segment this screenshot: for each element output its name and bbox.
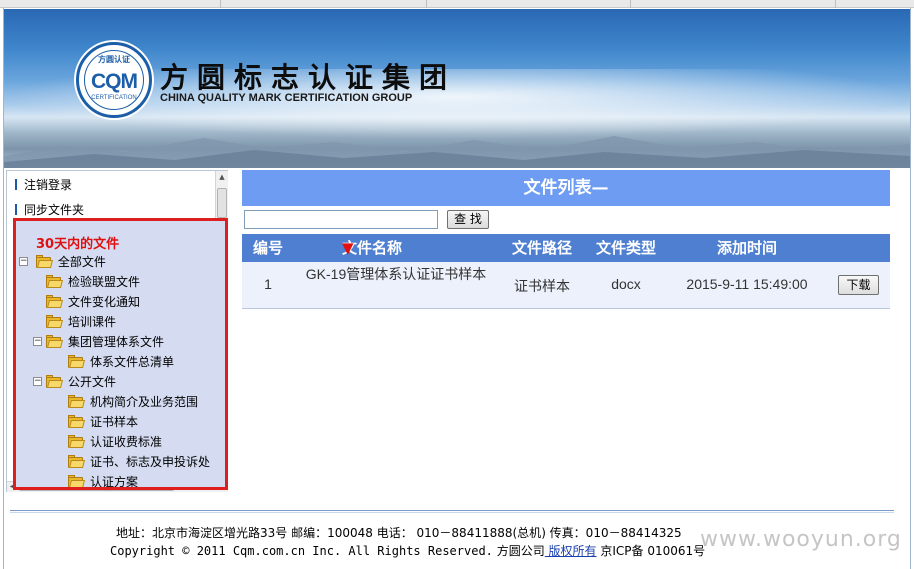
copyright-text: Copyright © 2011 Cqm.com.cn Inc. All Rig… (110, 544, 493, 558)
folder-open-icon (46, 315, 63, 328)
sync-folder-link[interactable]: 同步文件夹 (15, 201, 84, 218)
tab-separator (835, 0, 836, 8)
table-header: 编号 文件名称 ▼ 文件路径 文件类型 添加时间 (242, 234, 890, 262)
tree-node-label: 公开文件 (68, 375, 117, 389)
header-banner: 方圆认证 CQM CERTIFICATION 方圆标志认证集团 CHINA QU… (4, 9, 910, 168)
folder-open-icon (46, 375, 63, 388)
tree-node-all-files[interactable]: − 全部文件 (19, 253, 106, 271)
footer-divider (10, 512, 894, 513)
file-list-panel: 文件列表— 查 找 编号 文件名称 ▼ 文件路径 文件类型 添加时间 1 GK-1… (242, 170, 890, 310)
tree-node-certificate-sample[interactable]: 证书样本 (68, 413, 138, 431)
tree-node-change-notice[interactable]: 文件变化通知 (46, 293, 140, 311)
tree-node-label: 文件变化通知 (68, 295, 141, 309)
tree-node-label: 培训课件 (68, 315, 117, 329)
table-row: 1 GK-19管理体系认证证书样本 证书样本 docx 2015-9-11 15… (242, 262, 890, 309)
scrollbar-thumb[interactable] (217, 188, 227, 218)
folder-open-icon (68, 435, 85, 448)
watermark: www.wooyun.org (700, 527, 902, 552)
tree-node-label: 全部文件 (57, 255, 106, 269)
logo-badge-top-text: 方圆认证 (98, 55, 130, 64)
folder-open-icon (46, 295, 63, 308)
logout-link-label: 注销登录 (24, 178, 73, 192)
folder-open-icon (68, 355, 85, 368)
tree-node-complaints[interactable]: 证书、标志及申投诉处 (68, 453, 210, 471)
tab-separator (630, 0, 631, 8)
company-text: 方圆公司 (492, 544, 545, 558)
browser-tab-strip (0, 0, 914, 8)
tree-node-training[interactable]: 培训课件 (46, 313, 116, 331)
logo-badge-text: CQM (91, 70, 138, 93)
search-bar: 查 找 (242, 206, 890, 232)
folder-open-icon (68, 475, 85, 487)
collapse-toggle-icon[interactable]: − (33, 337, 42, 346)
sidebar-links: 注销登录 同步文件夹 (7, 171, 215, 219)
company-name-cn: 方圆标志认证集团 (160, 61, 457, 94)
column-header-type[interactable]: 文件类型 (588, 234, 664, 262)
tree-node-inspection-alliance[interactable]: 检验联盟文件 (46, 273, 140, 291)
tree-title: 30天内的文件 (36, 237, 120, 252)
search-input[interactable] (244, 210, 438, 229)
file-tree-panel: 30天内的文件 − 全部文件 检验联盟文件 文件变化通知 培训课件 − 集团管理… (13, 218, 228, 490)
sort-desc-icon: ▼ (342, 239, 354, 257)
sync-folder-link-label: 同步文件夹 (24, 203, 85, 217)
cqm-logo-icon: 方圆认证 CQM CERTIFICATION (76, 42, 152, 118)
column-header-time[interactable]: 添加时间 (702, 234, 792, 262)
company-name-en: CHINA QUALITY MARK CERTIFICATION GROUP (160, 92, 413, 104)
cell-name: GK-19管理体系认证证书样本 (305, 266, 487, 282)
tree-node-public-files[interactable]: − 公开文件 (33, 373, 117, 391)
link-bullet-icon (15, 204, 17, 215)
cell-time: 2015-9-11 15:49:00 (686, 276, 808, 292)
logo-badge-bottom-text: CERTIFICATION (91, 95, 137, 101)
folder-open-icon (68, 455, 85, 468)
icp-text: 京ICP备 010061号 (596, 544, 706, 558)
banner-mountain-ridge (4, 136, 910, 168)
footer-divider (10, 510, 894, 511)
tree-node-fee-standard[interactable]: 认证收费标准 (68, 433, 162, 451)
collapse-toggle-icon[interactable]: − (33, 377, 42, 386)
footer-contact: 地址：北京市海淀区增光路33号 邮编：100048 电话： 010－884118… (116, 526, 682, 540)
tab-separator (220, 0, 221, 8)
cell-type: docx (611, 276, 641, 292)
column-header-path[interactable]: 文件路径 (504, 234, 580, 262)
tree-node-group-management[interactable]: − 集团管理体系文件 (33, 333, 165, 351)
download-button[interactable]: 下载 (838, 275, 879, 295)
tree-node-label: 检验联盟文件 (68, 275, 141, 289)
tree-node-label: 认证方案 (90, 475, 139, 489)
tree-node-label: 证书、标志及申投诉处 (90, 455, 211, 469)
tree-node-label: 机构简介及业务范围 (90, 395, 199, 409)
cell-path: 证书样本 (514, 279, 570, 295)
logout-link[interactable]: 注销登录 (15, 176, 72, 193)
column-header-id[interactable]: 编号 (248, 234, 288, 262)
cell-id: 1 (264, 276, 272, 292)
tree-node-label: 认证收费标准 (90, 435, 163, 449)
scroll-up-arrow-icon[interactable]: ▲ (216, 171, 228, 183)
folder-open-icon (68, 415, 85, 428)
tree-node-scheme[interactable]: 认证方案 (68, 473, 139, 489)
tree-node-intro-scope[interactable]: 机构简介及业务范围 (68, 393, 198, 411)
tree-node-label: 集团管理体系文件 (68, 335, 165, 349)
rights-link[interactable]: 版权所有 (545, 544, 597, 558)
folder-open-icon (46, 335, 63, 348)
tab-separator (426, 0, 427, 8)
folder-open-icon (46, 275, 63, 288)
folder-open-icon (68, 395, 85, 408)
tree-node-label: 证书样本 (90, 415, 139, 429)
link-bullet-icon (15, 179, 17, 190)
tree-node-system-list[interactable]: 体系文件总清单 (68, 353, 174, 371)
folder-open-icon (35, 255, 53, 268)
collapse-toggle-icon[interactable]: − (19, 257, 28, 266)
file-list-title: 文件列表— (242, 170, 890, 206)
footer-copyright: Copyright © 2011 Cqm.com.cn Inc. All Rig… (110, 542, 705, 559)
tree-node-label: 体系文件总清单 (90, 355, 175, 369)
search-button[interactable]: 查 找 (447, 210, 489, 229)
